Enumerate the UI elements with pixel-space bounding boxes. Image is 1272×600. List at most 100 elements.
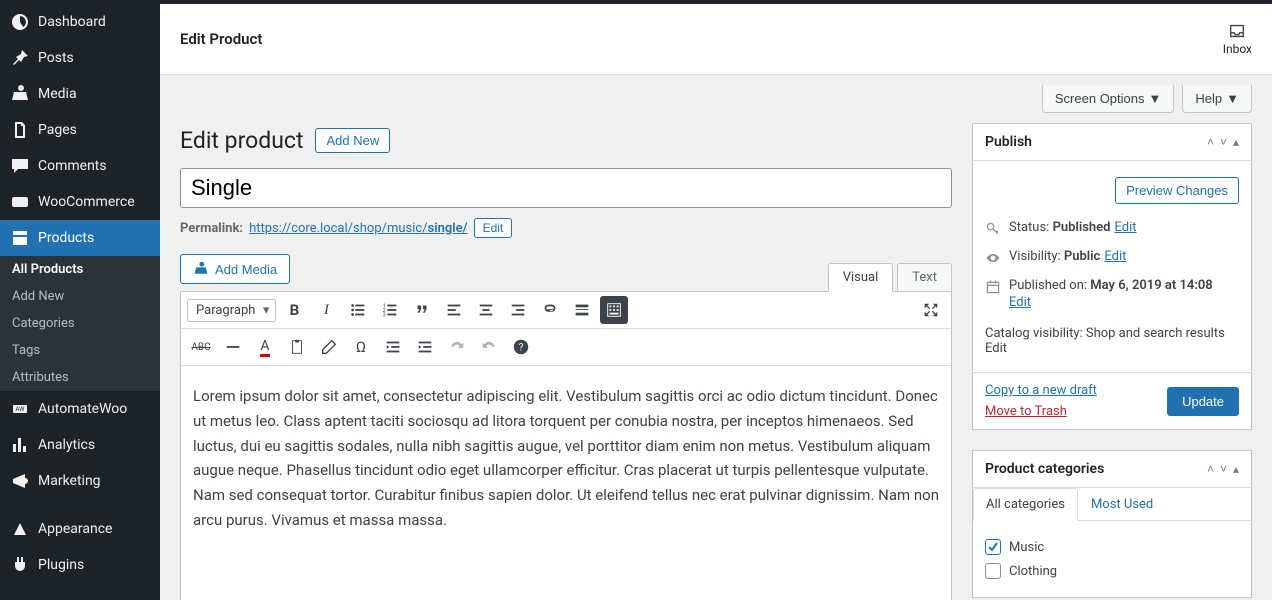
appearance-icon bbox=[10, 519, 30, 539]
readmore-button[interactable] bbox=[568, 296, 596, 324]
permalink-row: Permalink: https://core.local/shop/music… bbox=[180, 218, 952, 238]
category-checkbox-music[interactable]: Music bbox=[985, 535, 1239, 559]
main-content: Edit Product Inbox Screen Options ▼ Help… bbox=[160, 0, 1272, 600]
sidebar-label: Marketing bbox=[38, 473, 101, 489]
special-char-button[interactable]: Ω bbox=[347, 333, 375, 361]
sidebar-sub-tags[interactable]: Tags bbox=[0, 337, 160, 364]
media-icon bbox=[10, 84, 30, 104]
plugins-icon bbox=[10, 555, 30, 575]
paragraph-select[interactable]: Paragraph bbox=[187, 299, 276, 322]
indent-button[interactable] bbox=[411, 333, 439, 361]
sidebar-item-plugins[interactable]: Plugins bbox=[0, 547, 160, 583]
fullscreen-button[interactable] bbox=[917, 296, 945, 324]
sidebar-item-comments[interactable]: Comments bbox=[0, 148, 160, 184]
edit-catalog-link[interactable]: Edit bbox=[985, 341, 1007, 356]
page-title: Edit product bbox=[180, 127, 303, 154]
toolbar-toggle-button[interactable] bbox=[600, 296, 628, 324]
move-down-icon[interactable]: ˅ bbox=[1220, 135, 1227, 149]
analytics-icon bbox=[10, 435, 30, 455]
woo-icon bbox=[10, 192, 30, 212]
edit-status-link[interactable]: Edit bbox=[1114, 220, 1136, 235]
bold-button[interactable]: B bbox=[280, 296, 308, 324]
marketing-icon bbox=[10, 471, 30, 491]
copy-draft-link[interactable]: Copy to a new draft bbox=[985, 383, 1097, 398]
product-title-input[interactable] bbox=[180, 168, 952, 208]
key-icon bbox=[985, 221, 1001, 237]
sidebar-item-pages[interactable]: Pages bbox=[0, 112, 160, 148]
help-icon-button[interactable]: ? bbox=[507, 333, 535, 361]
move-trash-link[interactable]: Move to Trash bbox=[985, 404, 1097, 419]
sidebar-item-media[interactable]: Media bbox=[0, 76, 160, 112]
sidebar-label: Dashboard bbox=[38, 14, 106, 30]
move-up-icon[interactable]: ˄ bbox=[1207, 135, 1214, 149]
sidebar-item-products[interactable]: Products bbox=[0, 220, 160, 256]
sidebar-label: Plugins bbox=[38, 557, 84, 573]
sidebar-submenu-products: All Products Add New Categories Tags Att… bbox=[0, 256, 160, 391]
editor-tab-text[interactable]: Text bbox=[897, 263, 952, 292]
svg-text:AW: AW bbox=[15, 406, 25, 413]
sidebar-label: Media bbox=[38, 86, 77, 102]
camera-icon bbox=[193, 261, 209, 277]
outdent-button[interactable] bbox=[379, 333, 407, 361]
align-right-button[interactable] bbox=[504, 296, 532, 324]
sidebar-label: WooCommerce bbox=[38, 194, 135, 210]
align-center-button[interactable] bbox=[472, 296, 500, 324]
sidebar-item-dashboard[interactable]: Dashboard bbox=[0, 4, 160, 40]
blockquote-button[interactable] bbox=[408, 296, 436, 324]
permalink-link[interactable]: https://core.local/shop/music/single/ bbox=[249, 221, 468, 236]
sidebar-label: AutomateWoo bbox=[38, 401, 127, 417]
svg-text:3: 3 bbox=[383, 312, 386, 318]
sidebar-sub-all-products[interactable]: All Products bbox=[0, 256, 160, 283]
cat-tab-all[interactable]: All categories bbox=[973, 488, 1078, 521]
chevron-down-icon: ▼ bbox=[1226, 91, 1239, 106]
align-left-button[interactable] bbox=[440, 296, 468, 324]
text-color-button[interactable]: A bbox=[251, 333, 279, 361]
italic-button[interactable]: I bbox=[312, 296, 340, 324]
sidebar-label: Pages bbox=[38, 122, 77, 138]
help-button[interactable]: Help ▼ bbox=[1182, 85, 1252, 113]
pin-icon bbox=[10, 48, 30, 68]
move-up-icon[interactable]: ˄ bbox=[1207, 462, 1214, 476]
products-icon bbox=[10, 228, 30, 248]
checkbox-icon bbox=[985, 539, 1001, 555]
sidebar-item-marketing[interactable]: Marketing bbox=[0, 463, 160, 499]
screen-options-row: Screen Options ▼ Help ▼ bbox=[160, 75, 1272, 123]
category-checkbox-clothing[interactable]: Clothing bbox=[985, 559, 1239, 583]
comments-icon bbox=[10, 156, 30, 176]
clear-format-button[interactable] bbox=[315, 333, 343, 361]
bullet-list-button[interactable] bbox=[344, 296, 372, 324]
permalink-edit-button[interactable]: Edit bbox=[474, 218, 513, 238]
add-media-button[interactable]: Add Media bbox=[180, 254, 290, 284]
undo-button[interactable] bbox=[443, 333, 471, 361]
sidebar-item-appearance[interactable]: Appearance bbox=[0, 511, 160, 547]
sidebar-item-woocommerce[interactable]: WooCommerce bbox=[0, 184, 160, 220]
sidebar-item-posts[interactable]: Posts bbox=[0, 40, 160, 76]
edit-date-link[interactable]: Edit bbox=[1009, 295, 1031, 310]
edit-visibility-link[interactable]: Edit bbox=[1104, 249, 1126, 264]
sidebar-sub-attributes[interactable]: Attributes bbox=[0, 364, 160, 391]
editor-content[interactable]: Lorem ipsum dolor sit amet, consectetur … bbox=[181, 366, 951, 600]
add-new-button[interactable]: Add New bbox=[315, 128, 390, 153]
toggle-icon[interactable]: ▴ bbox=[1233, 135, 1239, 149]
sidebar-item-analytics[interactable]: Analytics bbox=[0, 427, 160, 463]
inbox-button[interactable]: Inbox bbox=[1223, 22, 1252, 56]
hr-button[interactable] bbox=[219, 333, 247, 361]
move-down-icon[interactable]: ˅ bbox=[1220, 462, 1227, 476]
cat-tab-most-used[interactable]: Most Used bbox=[1078, 488, 1166, 520]
sidebar-sub-categories[interactable]: Categories bbox=[0, 310, 160, 337]
publish-metabox: Publish ˄ ˅ ▴ Preview Changes bbox=[972, 123, 1252, 430]
redo-button[interactable] bbox=[475, 333, 503, 361]
toggle-icon[interactable]: ▴ bbox=[1233, 462, 1239, 476]
sidebar-sub-add-new[interactable]: Add New bbox=[0, 283, 160, 310]
screen-options-button[interactable]: Screen Options ▼ bbox=[1042, 85, 1174, 113]
numbered-list-button[interactable]: 123 bbox=[376, 296, 404, 324]
sidebar-label: Appearance bbox=[38, 521, 112, 537]
update-button[interactable]: Update bbox=[1167, 387, 1239, 416]
page-header-title: Edit Product bbox=[180, 30, 262, 48]
preview-changes-button[interactable]: Preview Changes bbox=[1115, 177, 1239, 204]
paste-text-button[interactable] bbox=[283, 333, 311, 361]
sidebar-item-automatewoo[interactable]: AW AutomateWoo bbox=[0, 391, 160, 427]
link-button[interactable] bbox=[536, 296, 564, 324]
strikethrough-button[interactable]: ABC bbox=[187, 333, 215, 361]
editor-tab-visual[interactable]: Visual bbox=[828, 263, 894, 292]
